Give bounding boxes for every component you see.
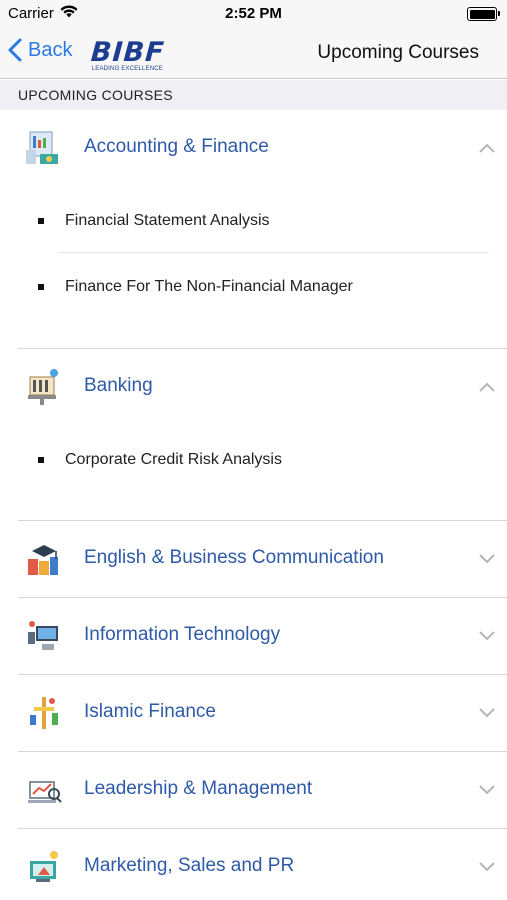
course-label: Finance For The Non-Financial Manager — [65, 278, 353, 295]
logo-text: BIBF — [89, 37, 166, 68]
chevron-down-icon — [479, 628, 495, 646]
category-marketing-sales-pr[interactable]: Marketing, Sales and PR — [18, 829, 507, 900]
chevron-down-icon — [479, 859, 495, 877]
status-bar: Carrier 2:52 PM — [0, 0, 507, 28]
course-item[interactable]: Corporate Credit Risk Analysis — [18, 426, 507, 492]
category-banking: Banking Corporate Credit Risk Analysis — [18, 349, 507, 521]
category-english-business-communication[interactable]: English & Business Communication — [18, 521, 507, 598]
marketing-icon — [24, 847, 64, 887]
category-list: Accounting & Finance Financial Statement… — [0, 110, 507, 900]
islamic-finance-icon — [24, 693, 64, 733]
navigation-bar: Back BIBF LEADING EXCELLENCE Upcoming Co… — [0, 28, 507, 79]
course-item[interactable]: Financial Statement Analysis — [18, 187, 507, 253]
leadership-icon — [24, 770, 64, 810]
battery-icon — [467, 7, 500, 21]
category-label: Accounting & Finance — [84, 136, 269, 157]
category-header[interactable]: Banking — [18, 349, 507, 426]
category-label: English & Business Communication — [84, 547, 384, 568]
page-title: Upcoming Courses — [317, 42, 479, 63]
bibf-logo: BIBF LEADING EXCELLENCE — [89, 37, 173, 75]
banking-icon — [24, 367, 64, 407]
category-label: Leadership & Management — [84, 778, 313, 799]
category-label: Information Technology — [84, 624, 281, 645]
category-label: Banking — [84, 375, 153, 396]
category-label: Marketing, Sales and PR — [84, 855, 295, 876]
chevron-down-icon — [479, 551, 495, 569]
status-time: 2:52 PM — [225, 5, 282, 22]
bullet — [38, 457, 44, 463]
chevron-down-icon — [479, 782, 495, 800]
english-icon — [24, 539, 64, 579]
bullet — [38, 284, 44, 290]
course-label: Financial Statement Analysis — [65, 212, 270, 229]
category-leadership-management[interactable]: Leadership & Management — [18, 752, 507, 829]
category-information-technology[interactable]: Information Technology — [18, 598, 507, 675]
it-icon — [24, 616, 64, 656]
category-header[interactable]: Accounting & Finance — [18, 110, 507, 187]
chevron-up-icon — [479, 140, 495, 158]
chevron-down-icon — [479, 705, 495, 723]
category-label: Islamic Finance — [84, 701, 216, 722]
chevron-up-icon — [479, 379, 495, 397]
category-islamic-finance[interactable]: Islamic Finance — [18, 675, 507, 752]
bullet — [38, 218, 44, 224]
course-list: Corporate Credit Risk Analysis — [18, 426, 507, 492]
accounting-icon — [24, 128, 64, 168]
back-button[interactable]: Back — [8, 38, 72, 62]
chevron-left-icon — [8, 38, 22, 62]
course-item[interactable]: Finance For The Non-Financial Manager — [18, 253, 507, 319]
category-accounting-finance: Accounting & Finance Financial Statement… — [18, 110, 507, 349]
section-header: UPCOMING COURSES — [0, 80, 507, 110]
back-label: Back — [28, 38, 73, 61]
course-list: Financial Statement Analysis Finance For… — [18, 187, 507, 319]
course-label: Corporate Credit Risk Analysis — [65, 451, 282, 468]
